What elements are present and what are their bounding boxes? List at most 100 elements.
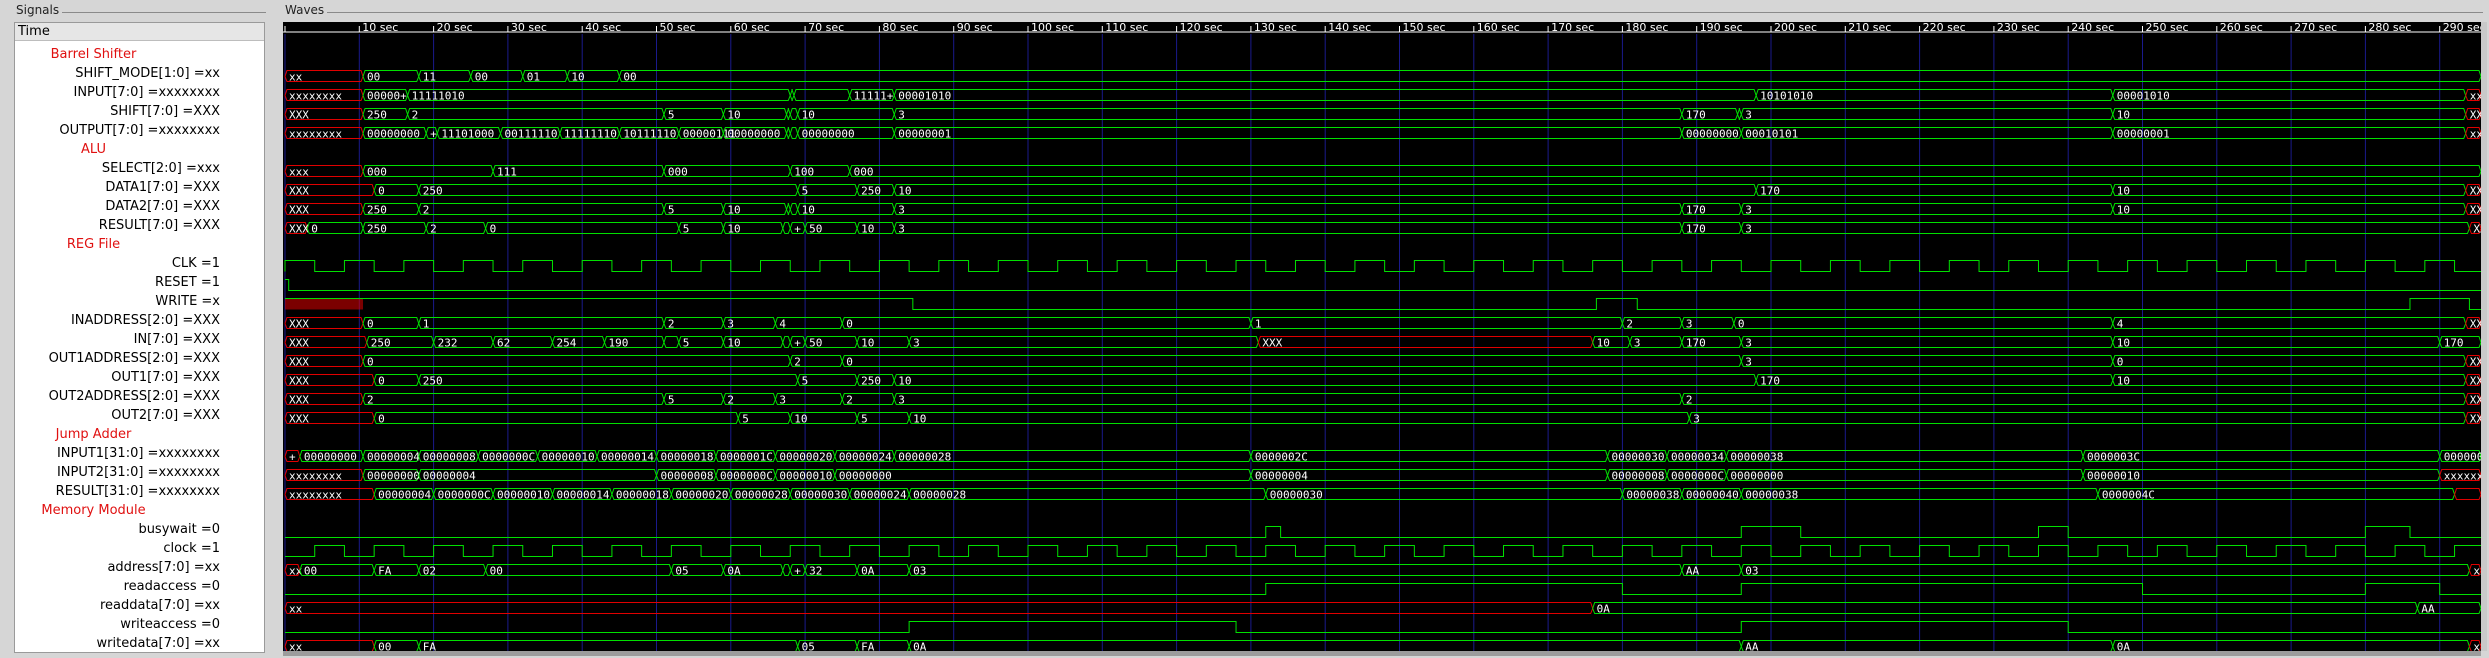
signal-name[interactable]: DATA2[7:0] =XXX xyxy=(15,197,264,216)
bus-value-label: 0 xyxy=(378,413,385,426)
signal-name[interactable]: DATA1[7:0] =XXX xyxy=(15,178,264,197)
signal-name[interactable]: INPUT2[31:0] =xxxxxxxx xyxy=(15,463,264,482)
bus-value-label: 10 xyxy=(2117,109,2130,122)
signal-name[interactable]: OUT1[7:0] =XXX xyxy=(15,368,264,387)
ruler-label-50: 50 sec xyxy=(660,22,696,34)
bus-value-label: 2 xyxy=(1686,394,1693,407)
bus-value-label: 32 xyxy=(809,565,822,578)
bus-segment xyxy=(834,469,1252,481)
signal-name[interactable]: readdata[7:0] =xx xyxy=(15,596,264,615)
signal-group-label[interactable]: Memory Module xyxy=(15,501,264,520)
signal-group-label[interactable]: Jump Adder xyxy=(15,425,264,444)
signal-name[interactable]: WRITE =x xyxy=(15,292,264,311)
bus-value-label: 0 xyxy=(2117,356,2124,369)
bus-segment xyxy=(2112,317,2467,329)
bus-value-label: 05 xyxy=(802,641,815,652)
bus-value-label: 111 xyxy=(497,166,517,179)
signal-name[interactable]: INADDRESS[2:0] =XXX xyxy=(15,311,264,330)
signal-name[interactable]: writeaccess =0 xyxy=(15,615,264,634)
bus-value-label: 5 xyxy=(668,204,675,217)
bus-segment xyxy=(893,222,1683,234)
bus-value-label: xxxx xyxy=(2470,128,2481,141)
signal-name[interactable]: RESULT[31:0] =xxxxxxxx xyxy=(15,482,264,501)
bus-value-label: + xyxy=(794,565,801,578)
bus-segment xyxy=(893,127,1683,139)
signal-name[interactable]: INPUT1[31:0] =xxxxxxxx xyxy=(15,444,264,463)
bus-value-label: 3 xyxy=(779,394,786,407)
bus-value-label: 00000034 xyxy=(1671,451,1724,464)
bus-value-label: 2 xyxy=(430,223,437,236)
bus-segment xyxy=(418,317,665,329)
signal-name[interactable]: readaccess =0 xyxy=(15,577,264,596)
bus-value-label: XXX xyxy=(2473,223,2481,236)
signal-name[interactable]: clock =1 xyxy=(15,539,264,558)
signal-name[interactable]: SHIFT_MODE[1:0] =xx xyxy=(15,64,264,83)
ruler-label-120: 120 sec xyxy=(1180,22,1223,34)
bus-value-label: 000 xyxy=(668,166,688,179)
bus-value-label: 2 xyxy=(846,394,853,407)
bus-value-label: 11111+ xyxy=(854,90,894,103)
bus-value-label: 3 xyxy=(1745,337,1752,350)
signal-group-label[interactable]: REG File xyxy=(15,235,264,254)
signal-name[interactable]: SHIFT[7:0] =XXX xyxy=(15,102,264,121)
signal-name[interactable]: CLK =1 xyxy=(15,254,264,273)
bus-value-label: 232 xyxy=(438,337,458,350)
bus-value-label: 3 xyxy=(898,394,905,407)
horizontal-scrollbar[interactable] xyxy=(283,651,2481,656)
waveform-viewer[interactable]: 10 sec 20 sec 30 sec 40 sec 50 sec 60 sec 70 s… xyxy=(283,22,2481,651)
signal-name[interactable]: OUT1ADDRESS[2:0] =XXX xyxy=(15,349,264,368)
ruler-label-210: 210 sec xyxy=(1848,22,1891,34)
signal-name[interactable]: writedata[7:0] =xx xyxy=(15,634,264,652)
ruler-label-110: 110 sec xyxy=(1105,22,1148,34)
signal-name[interactable]: OUTPUT[7:0] =xxxxxxxx xyxy=(15,121,264,140)
bus-value-label: 5 xyxy=(802,185,809,198)
bus-value-label: 00111110 xyxy=(504,128,557,141)
bus-segment xyxy=(418,374,799,386)
bus-value-label: 05 xyxy=(675,565,688,578)
bus-value-label: 10 xyxy=(913,413,926,426)
signal-name[interactable]: RESULT[7:0] =XXX xyxy=(15,216,264,235)
bus-segment xyxy=(407,89,791,101)
bus-value-label: 250 xyxy=(367,223,387,236)
signal-name[interactable]: SELECT[2:0] =xxx xyxy=(15,159,264,178)
bus-value-label: 0A xyxy=(913,641,927,652)
bus-value-label: 0000002C xyxy=(1255,451,1308,464)
signal-name[interactable]: RESET =1 xyxy=(15,273,264,292)
signal-group-label[interactable]: ALU xyxy=(15,140,264,159)
bus-value-label: 10 xyxy=(898,185,911,198)
bus-value-label: xxxxxxxx xyxy=(289,90,342,103)
bus-segment xyxy=(2112,374,2467,386)
ruler-label-190: 190 sec xyxy=(1700,22,1743,34)
panel-splitter[interactable] xyxy=(266,22,280,651)
bus-value-label: 00000+ xyxy=(367,90,407,103)
bus-value-label: XXX xyxy=(289,185,309,198)
signal-name[interactable]: busywait =0 xyxy=(15,520,264,539)
bus-value-label: 5 xyxy=(861,413,868,426)
bus-segment xyxy=(362,355,791,367)
signal-name[interactable]: address[7:0] =xx xyxy=(15,558,264,577)
bus-value-label: XXX xyxy=(289,318,309,331)
bus-segment xyxy=(2112,108,2467,120)
bus-segment xyxy=(1740,108,2114,120)
bus-value-label: 3 xyxy=(913,337,920,350)
signal-name[interactable]: OUT2ADDRESS[2:0] =XXX xyxy=(15,387,264,406)
bus-value-label: 4 xyxy=(779,318,786,331)
bus-value-label: 10 xyxy=(727,109,740,122)
bus-value-label: XXX xyxy=(289,375,309,388)
bus-value-label: xxx xyxy=(289,166,309,179)
ruler-label-220: 220 sec xyxy=(1923,22,1966,34)
bus-value-label: 00000000 xyxy=(839,470,892,483)
signal-name[interactable]: IN[7:0] =XXX xyxy=(15,330,264,349)
signals-list[interactable]: Time Barrel Shifter SHIFT_MODE[1:0] =xx IN… xyxy=(14,22,265,653)
signal-group-label[interactable]: Barrel Shifter xyxy=(15,45,264,64)
bus-value-label: 03 xyxy=(913,565,926,578)
bus-value-label: 250 xyxy=(367,109,387,122)
vertical-scrollbar[interactable] xyxy=(2481,22,2487,651)
bus-value-label: 000 xyxy=(854,166,874,179)
bus-segment xyxy=(373,412,739,424)
bus-value-label: xxxxxxxx xyxy=(289,128,342,141)
signal-name[interactable]: OUT2[7:0] =XXX xyxy=(15,406,264,425)
bus-value-label: 0 xyxy=(367,318,374,331)
signal-name[interactable]: INPUT[7:0] =xxxxxxxx xyxy=(15,83,264,102)
waves-panel-title: Waves xyxy=(283,3,327,17)
